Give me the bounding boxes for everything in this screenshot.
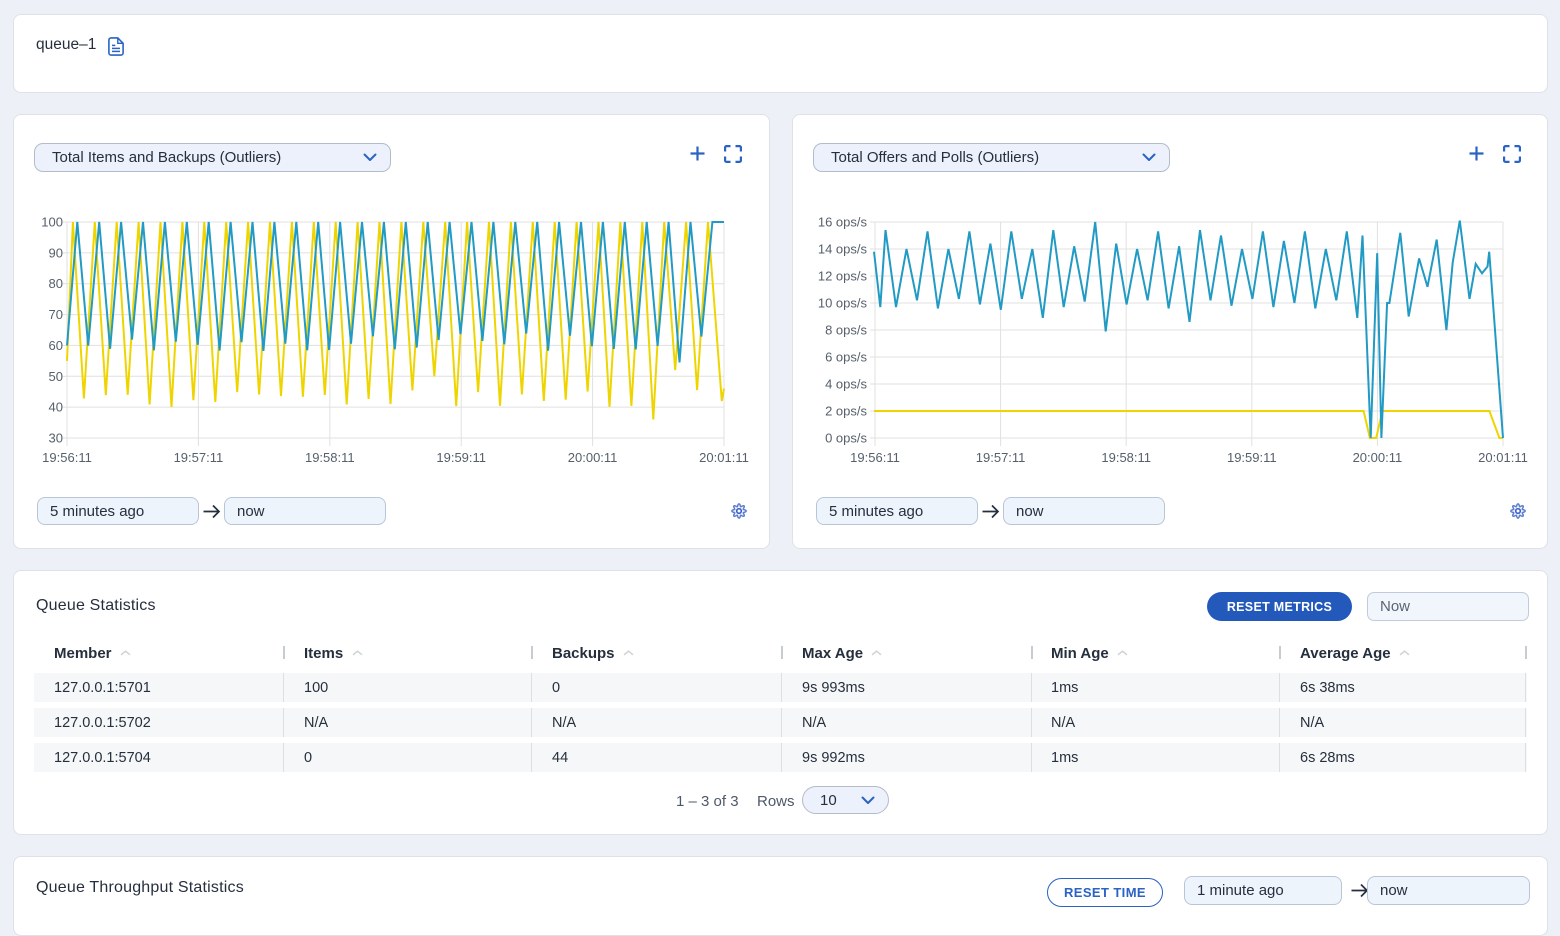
svg-text:20:01:11: 20:01:11 [699,450,749,465]
svg-text:19:57:11: 19:57:11 [976,450,1026,465]
svg-text:19:59:11: 19:59:11 [436,450,486,465]
svg-text:19:56:11: 19:56:11 [42,450,92,465]
svg-text:10 ops/s: 10 ops/s [818,296,868,311]
svg-text:0 ops/s: 0 ops/s [825,431,867,446]
svg-text:19:56:11: 19:56:11 [850,450,900,465]
svg-text:6 ops/s: 6 ops/s [825,350,867,365]
svg-text:19:59:11: 19:59:11 [1227,450,1277,465]
svg-text:19:58:11: 19:58:11 [1101,450,1151,465]
svg-text:40: 40 [49,400,63,415]
svg-text:20:01:11: 20:01:11 [1478,450,1528,465]
svg-text:70: 70 [49,307,63,322]
svg-text:14 ops/s: 14 ops/s [818,242,868,257]
svg-text:8 ops/s: 8 ops/s [825,323,867,338]
svg-text:19:57:11: 19:57:11 [174,450,224,465]
svg-text:60: 60 [49,338,63,353]
svg-text:16 ops/s: 16 ops/s [818,215,868,230]
svg-text:2 ops/s: 2 ops/s [825,404,867,419]
svg-text:4 ops/s: 4 ops/s [825,377,867,392]
svg-text:50: 50 [49,369,63,384]
svg-text:30: 30 [49,431,63,446]
svg-text:20:00:11: 20:00:11 [568,450,618,465]
svg-text:12 ops/s: 12 ops/s [818,269,868,284]
svg-text:100: 100 [41,215,63,230]
svg-text:19:58:11: 19:58:11 [305,450,355,465]
svg-text:90: 90 [49,245,63,260]
svg-text:80: 80 [49,276,63,291]
svg-text:20:00:11: 20:00:11 [1353,450,1403,465]
